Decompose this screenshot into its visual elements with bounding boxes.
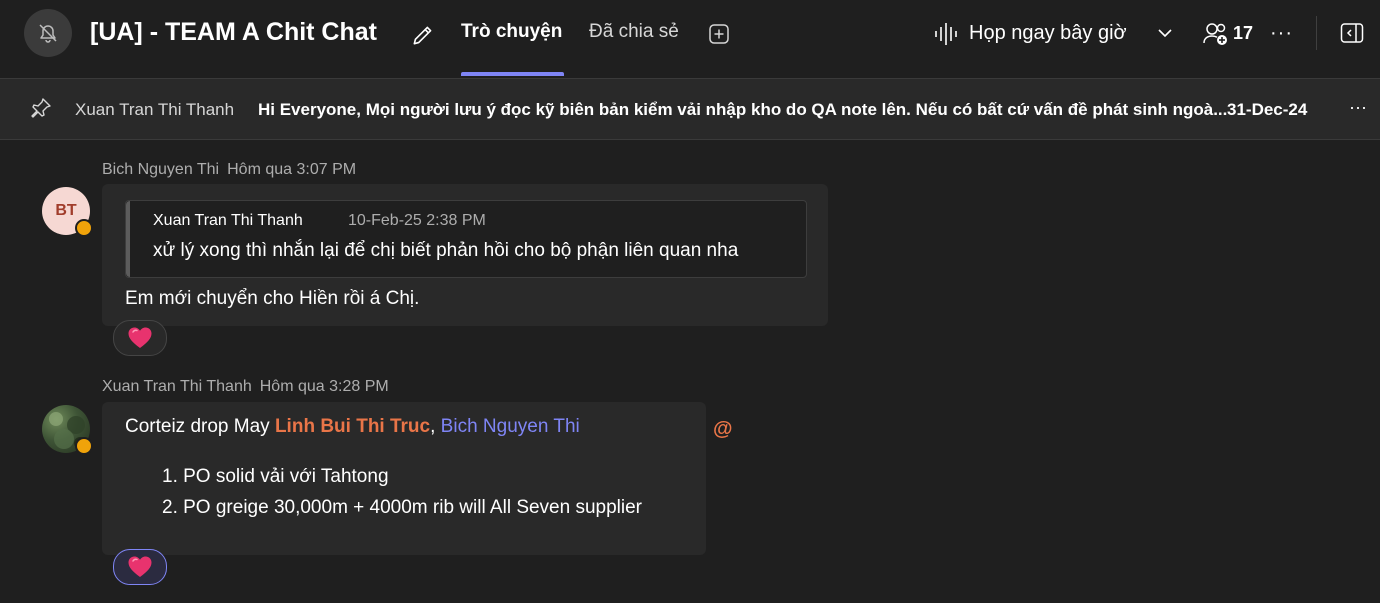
message-time: Hôm qua 3:07 PM <box>227 161 357 178</box>
message-bubble[interactable]: Corteiz drop May Linh Bui Thi Truc, Bich… <box>102 402 706 555</box>
add-tab-icon[interactable] <box>707 22 731 46</box>
tab-shared[interactable]: Đã chia sẻ <box>589 21 679 43</box>
meet-now-button[interactable]: Họp ngay bây giờ <box>969 22 1127 45</box>
active-tab-indicator <box>461 72 564 76</box>
add-people-icon[interactable] <box>1202 21 1230 47</box>
pin-icon <box>31 98 51 118</box>
audio-wave-icon[interactable] <box>934 21 958 47</box>
message-time: Hôm qua 3:28 PM <box>259 378 389 395</box>
message-text: Corteiz drop May Linh Bui Thi Truc, Bich… <box>125 416 580 438</box>
quote-bar <box>126 201 130 277</box>
more-options-button[interactable]: ··· <box>1270 22 1293 45</box>
header-divider <box>1316 16 1317 50</box>
bell-muted-icon <box>39 24 57 43</box>
mention-separator: , <box>430 416 441 437</box>
status-away-icon <box>75 437 93 455</box>
pinned-author: Xuan Tran Thi Thanh <box>75 100 235 119</box>
quoted-reply[interactable]: Xuan Tran Thi Thanh 10-Feb-25 2:38 PM xử… <box>125 200 807 278</box>
mention-linh[interactable]: Linh Bui Thi Truc <box>275 416 430 437</box>
pinned-more-button[interactable]: ··· <box>1349 97 1367 118</box>
message-author: Bich Nguyen Thi <box>102 161 220 178</box>
participant-count[interactable]: 17 <box>1233 23 1253 44</box>
chat-title: [UA] - TEAM A Chit Chat <box>90 18 377 46</box>
message-header: Xuan Tran Thi Thanh Hôm qua 3:28 PM <box>102 378 389 396</box>
heart-icon <box>128 327 152 348</box>
quote-text: xử lý xong thì nhắn lại để chị biết phản… <box>153 240 739 261</box>
list-item: 2. PO greige 30,000m + 4000m rib will Al… <box>162 497 643 518</box>
heart-reaction[interactable] <box>113 549 167 585</box>
heart-icon <box>128 556 152 577</box>
side-panel-icon[interactable] <box>1340 22 1364 44</box>
message-author: Xuan Tran Thi Thanh <box>102 378 252 395</box>
message-text-prefix: Corteiz drop May <box>125 416 275 437</box>
quote-author: Xuan Tran Thi Thanh <box>153 212 303 229</box>
message-header: Bich Nguyen Thi Hôm qua 3:07 PM <box>102 161 356 179</box>
chevron-down-icon[interactable] <box>1157 27 1173 39</box>
message-list: 1. PO solid vải với Tahtong 2. PO greige… <box>162 466 642 528</box>
list-item: 1. PO solid vải với Tahtong <box>162 466 389 487</box>
message-bubble[interactable]: Xuan Tran Thi Thanh 10-Feb-25 2:38 PM xử… <box>102 184 828 326</box>
at-icon: @ <box>713 418 733 440</box>
heart-reaction[interactable] <box>113 320 167 356</box>
pinned-text: Hi Everyone, Mọi người lưu ý đọc kỹ biên… <box>258 100 1228 119</box>
pinned-message-bar[interactable]: Xuan Tran Thi Thanh Hi Everyone, Mọi ngư… <box>0 79 1380 140</box>
mention-bich[interactable]: Bich Nguyen Thi <box>441 416 580 437</box>
chat-header: [UA] - TEAM A Chit Chat Trò chuyện Đã ch… <box>0 0 1380 79</box>
quote-time: 10-Feb-25 2:38 PM <box>348 212 486 229</box>
pinned-date: 31-Dec-24 <box>1227 100 1308 119</box>
edit-icon[interactable] <box>410 22 436 48</box>
status-away-icon <box>75 219 93 237</box>
message-text: Em mới chuyển cho Hiền rồi á Chị. <box>125 288 420 309</box>
tab-chat[interactable]: Trò chuyện <box>461 21 562 43</box>
notifications-muted-button[interactable] <box>24 9 72 57</box>
